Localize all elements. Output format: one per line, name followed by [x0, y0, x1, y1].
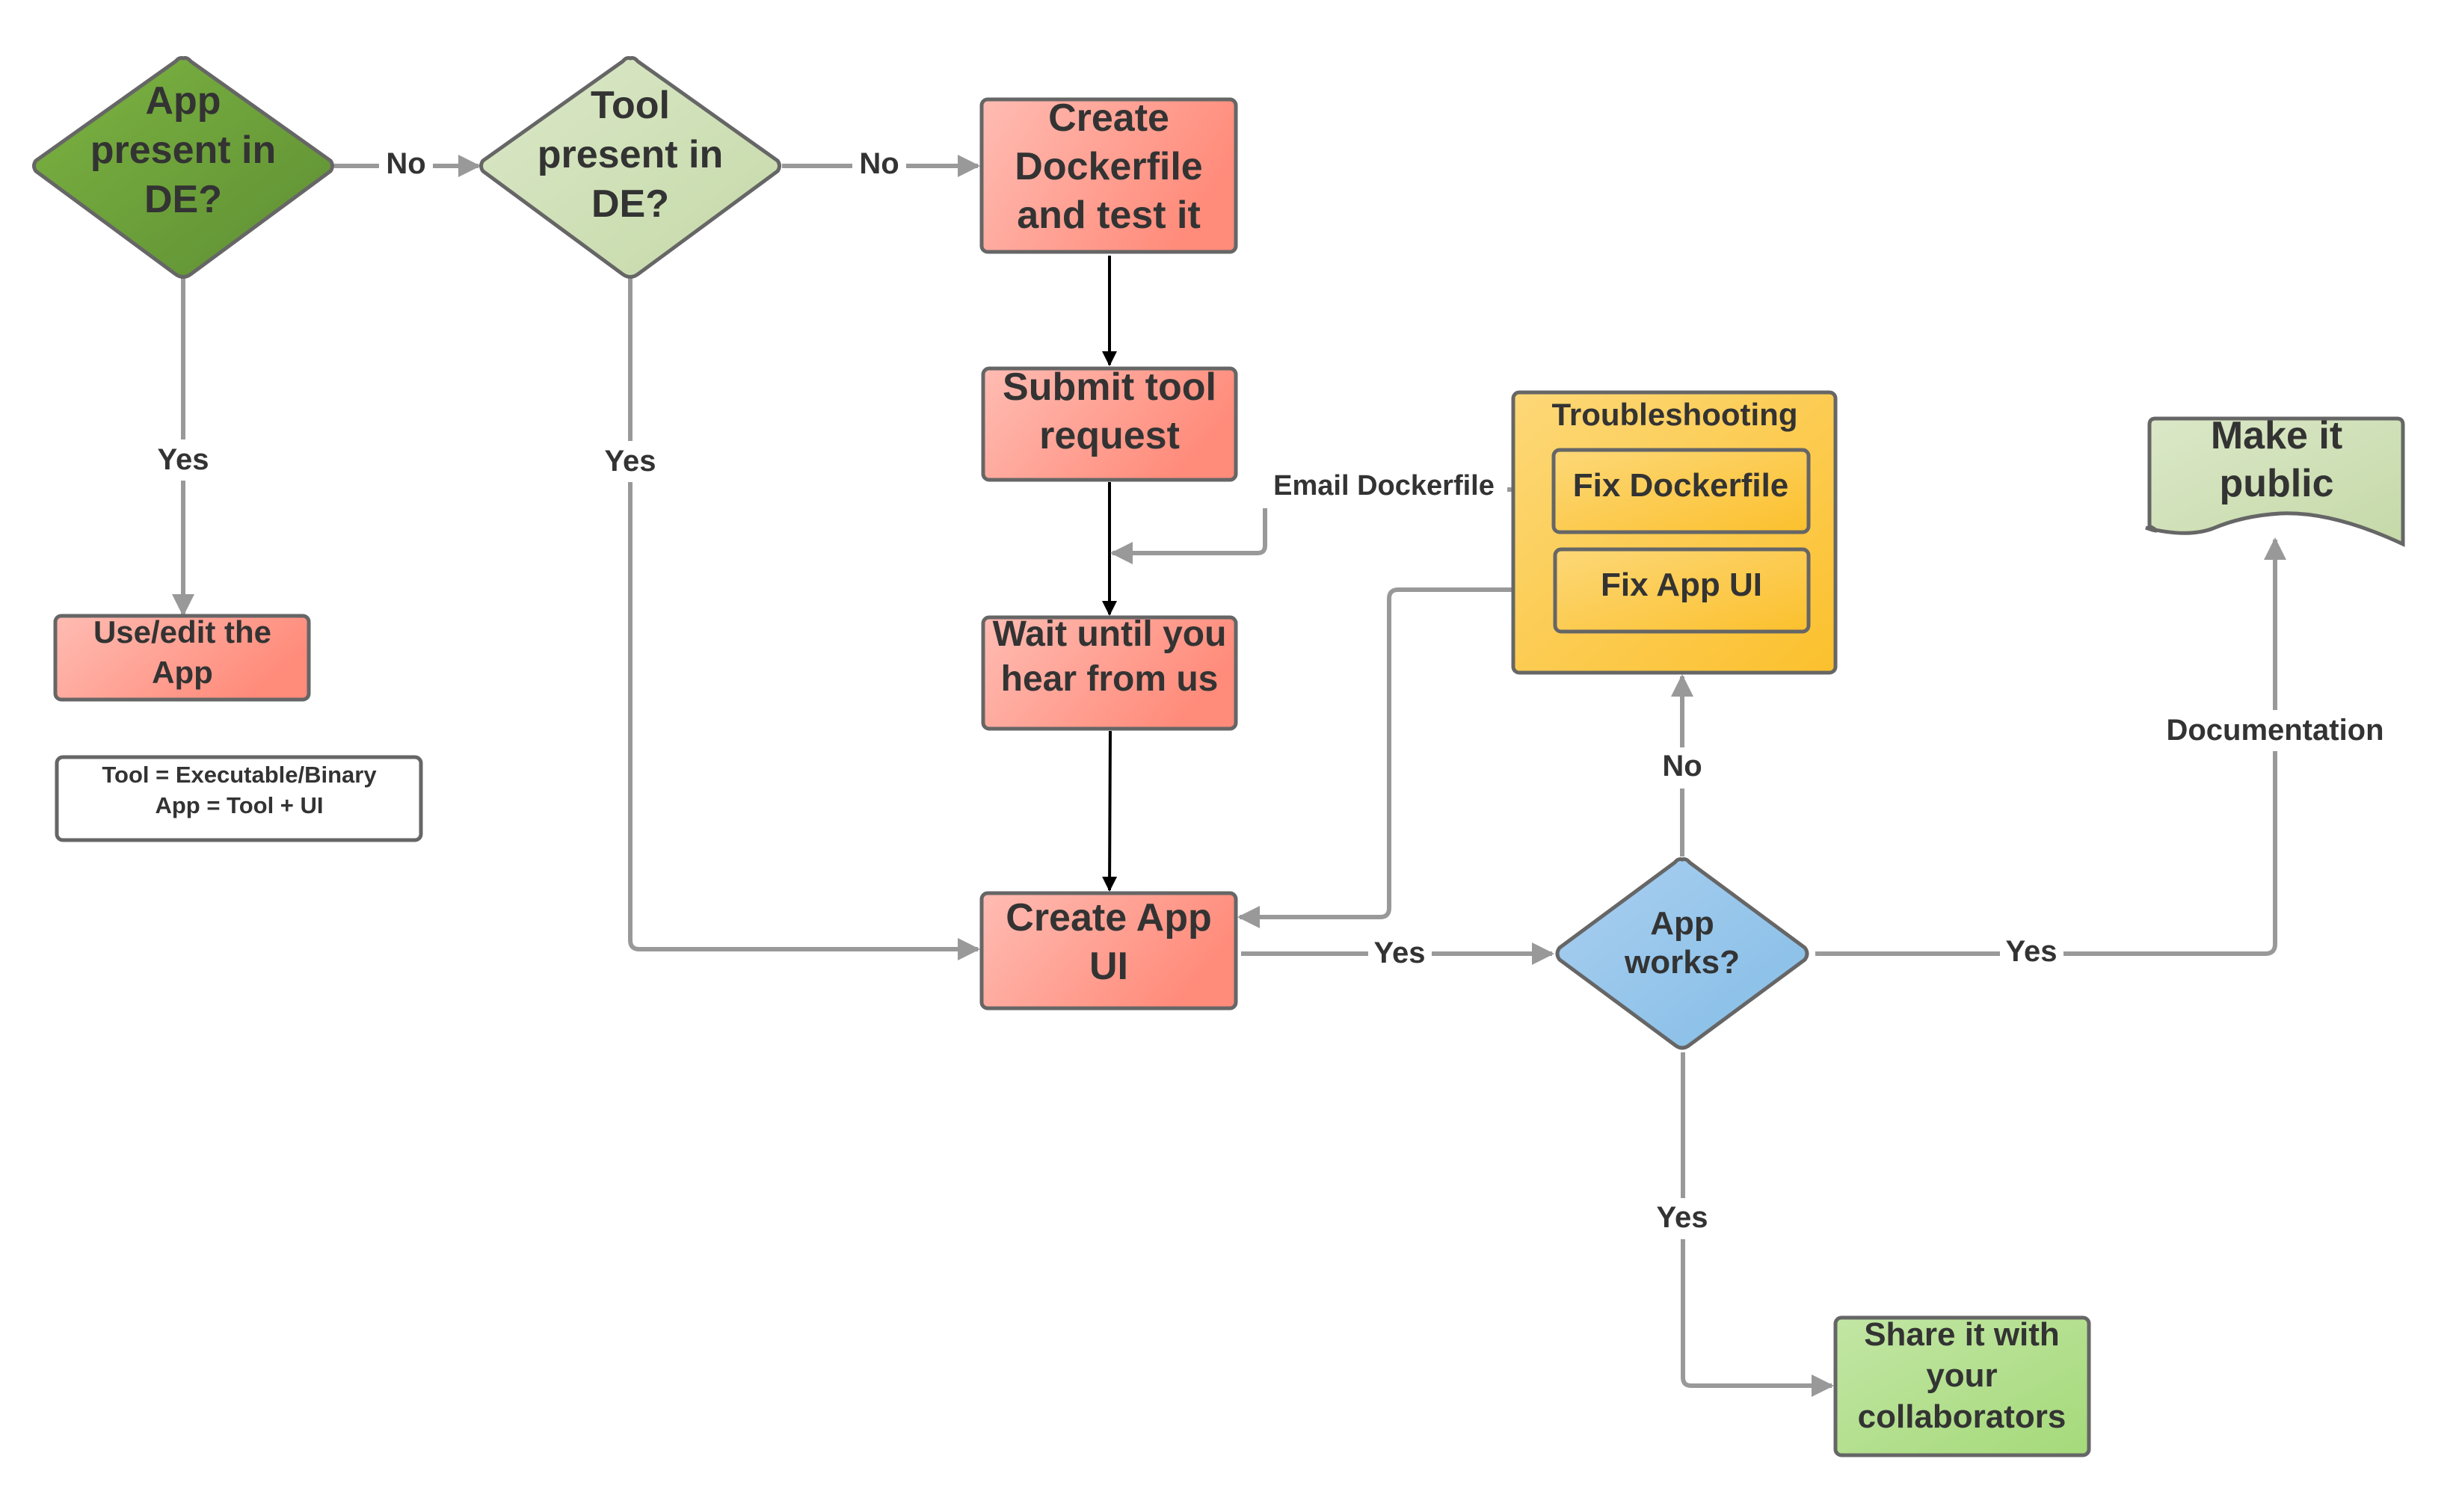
edge-label-yes: Yes: [2006, 935, 2058, 968]
process-wait-until[interactable]: Wait until you hear from us: [981, 614, 1238, 731]
flowchart-canvas: No Yes No Yes Email Dockerfile Yes No Ye…: [32, 56, 2405, 1457]
process-submit-tool-request[interactable]: Submit tool request: [981, 365, 1238, 482]
node-label: Fix App UI: [1601, 567, 1762, 603]
edge-labels: No Yes No Yes Email Dockerfile Yes No Ye…: [146, 147, 2404, 1239]
edge-label-no: No: [859, 147, 899, 180]
process-create-dockerfile[interactable]: Create Dockerfile and test it: [979, 96, 1238, 254]
edge-label-yes: Yes: [1657, 1201, 1708, 1234]
edge-label-email-dockerfile: Email Dockerfile: [1273, 470, 1495, 502]
node-label: present in: [538, 133, 724, 176]
decision-app-present[interactable]: App present in DE?: [32, 56, 334, 279]
node-label: hear from us: [1001, 659, 1219, 699]
node-label: DE?: [591, 182, 669, 226]
node-label: works?: [1624, 944, 1740, 981]
document-make-public[interactable]: Make it public: [2145, 414, 2405, 547]
edge-label-yes: Yes: [158, 443, 209, 476]
decision-app-works[interactable]: App works?: [1555, 857, 1809, 1050]
process-fix-app-ui[interactable]: Fix App UI: [1553, 547, 1811, 634]
node-label: App: [1650, 905, 1714, 942]
decision-tool-present[interactable]: Tool present in DE?: [479, 56, 781, 279]
node-label: Dockerfile: [1015, 145, 1202, 188]
connectors: [172, 155, 2286, 1397]
node-label: App: [152, 655, 213, 690]
node-label: Create App: [1006, 896, 1211, 939]
edge-email-dockerfile-to-wait[interactable]: [1110, 508, 1267, 564]
process-fix-dockerfile[interactable]: Fix Dockerfile: [1551, 448, 1811, 534]
node-label: Share it with: [1864, 1316, 2060, 1353]
node-label: DE?: [144, 178, 222, 221]
node-label: App: [145, 79, 221, 123]
node-label: request: [1039, 414, 1180, 457]
process-share[interactable]: Share it with your collaborators: [1833, 1315, 2091, 1457]
node-label: Fix Dockerfile: [1573, 467, 1789, 504]
process-create-app-ui[interactable]: Create App UI: [979, 891, 1238, 1010]
node-label: Tool: [591, 84, 670, 127]
edge-label-yes: Yes: [605, 445, 656, 478]
legend-note: Tool = Executable/Binary App = Tool + UI: [55, 755, 423, 842]
edge-fix-app-ui-to-create-app-ui[interactable]: [1237, 587, 1555, 928]
node-label: Submit tool: [1003, 365, 1216, 409]
node-label: your: [1926, 1357, 1997, 1394]
edge-label-documentation: Documentation: [2166, 714, 2383, 747]
node-label: present in: [90, 129, 277, 172]
edge-label-no: No: [386, 147, 425, 180]
node-label: Use/edit the: [93, 614, 271, 649]
node-label: UI: [1089, 945, 1128, 988]
node-label: Wait until you: [993, 614, 1227, 654]
edge-tool-to-create-app-ui[interactable]: [628, 278, 980, 960]
edge-label-yes: Yes: [1374, 936, 1426, 969]
edge-label-no: No: [1662, 750, 1702, 783]
node-label: collaborators: [1858, 1398, 2066, 1435]
legend-line: Tool = Executable/Binary: [102, 762, 377, 788]
legend-line: App = Tool + UI: [155, 792, 323, 818]
process-use-edit-app[interactable]: Use/edit the App: [53, 614, 311, 702]
node-label: Make it: [2211, 414, 2342, 457]
node-label: Create: [1048, 96, 1169, 140]
container-title: Troubleshooting: [1552, 397, 1798, 432]
node-label: and test it: [1017, 194, 1201, 237]
node-label: public: [2219, 462, 2333, 505]
